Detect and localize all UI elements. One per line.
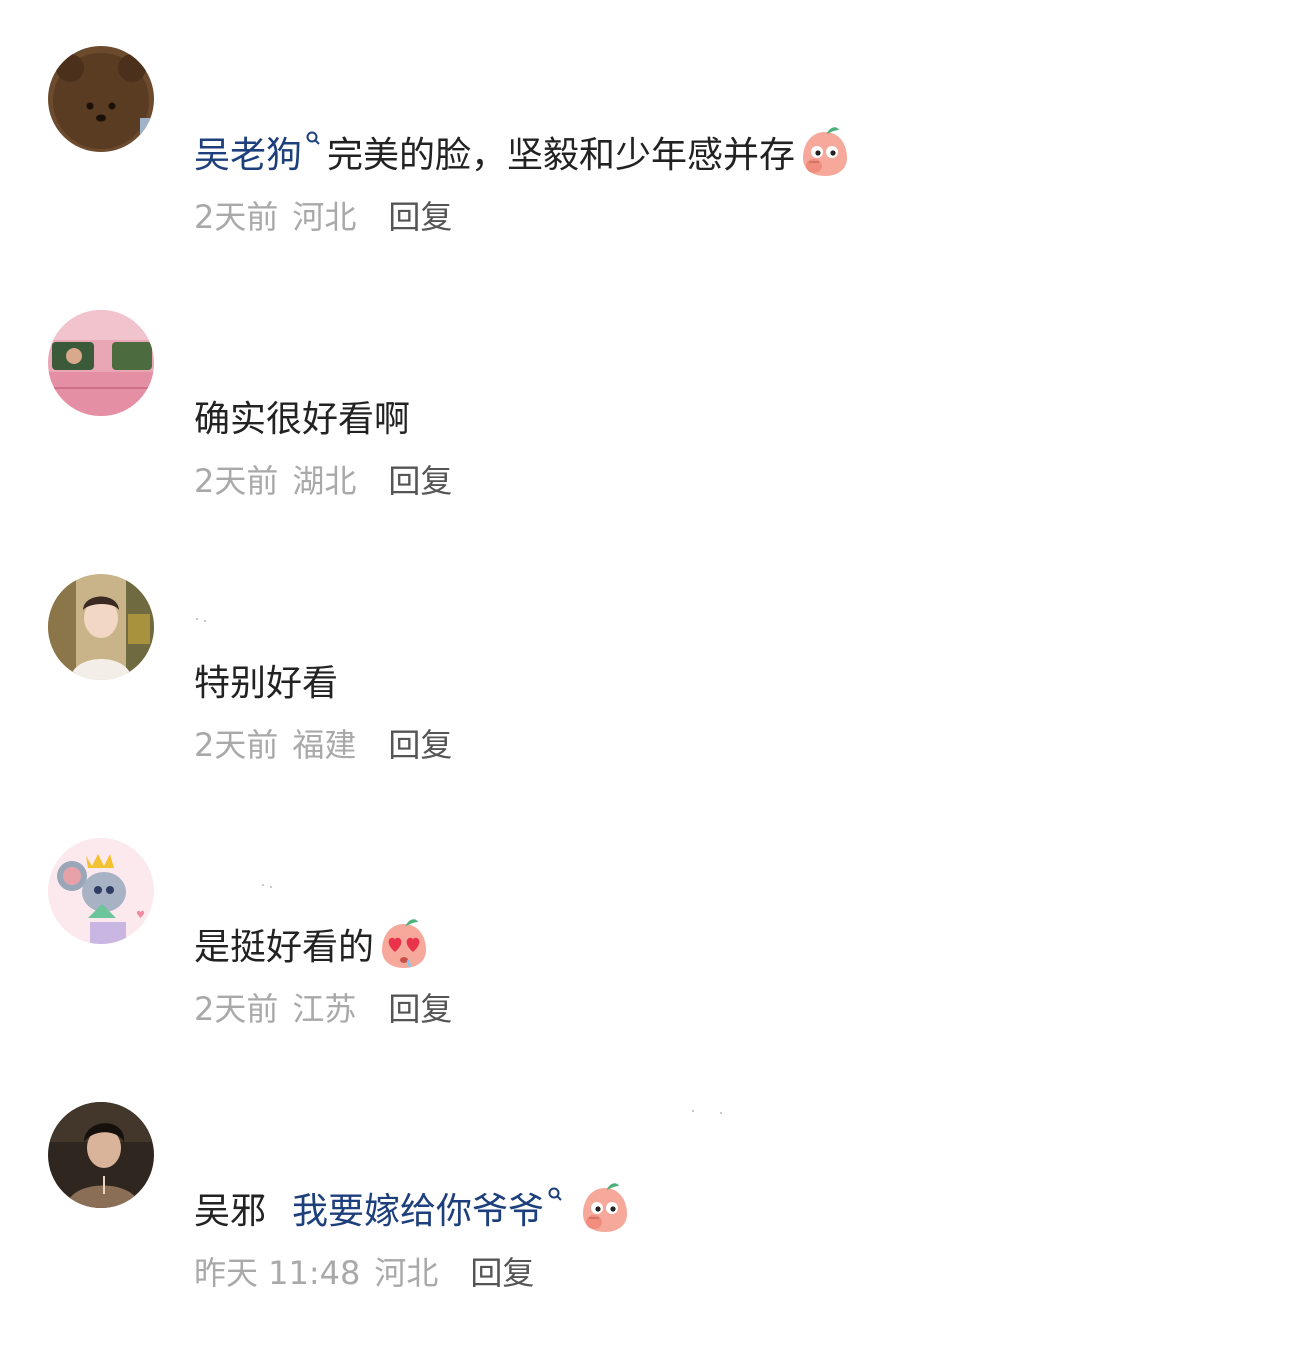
- comment-item: ♥ 是挺好看的 2天前 江苏 回复: [0, 838, 1290, 1102]
- nickname-mark: [196, 618, 198, 620]
- comment-text-line: 是挺好看的: [194, 918, 430, 970]
- reply-button[interactable]: 回复: [388, 720, 452, 766]
- comment-text: 确实很好看啊: [194, 399, 411, 440]
- search-icon[interactable]: [547, 1186, 563, 1202]
- nickname-mark: [720, 1112, 722, 1114]
- comment-text-line: 确实很好看啊: [194, 390, 410, 442]
- comment-time: 2天前: [194, 462, 279, 500]
- dark-haired-man-avatar-icon: [48, 1102, 154, 1208]
- comment-meta: 2天前 福建 回复: [194, 720, 452, 766]
- user-avatar[interactable]: [48, 1102, 154, 1208]
- comment-meta: 2天前 河北 回复: [194, 192, 452, 238]
- comment-text-line: 吴老狗 完美的脸，坚毅和少年感并存: [194, 126, 851, 178]
- comment-item: 确实很好看啊 2天前 湖北 回复: [0, 310, 1290, 574]
- brown-bear-avatar-icon: [48, 46, 154, 152]
- comment-item: 特别好看 2天前 福建 回复: [0, 574, 1290, 838]
- svg-text:♥: ♥: [136, 910, 145, 921]
- comment-time: 2天前: [194, 198, 279, 236]
- user-avatar[interactable]: [48, 46, 154, 152]
- comment-meta: 2天前 湖北 回复: [194, 456, 452, 502]
- comment-item: 吴邪 我要嫁给你爷爷 昨天 11:48 河北 回复: [0, 1102, 1290, 1366]
- comment-region: 江苏: [292, 990, 357, 1028]
- comment-text: 特别好看: [194, 663, 339, 704]
- user-avatar[interactable]: [48, 310, 154, 416]
- pink-car-avatar-icon: [48, 310, 154, 416]
- comment-text: 是挺好看的: [194, 927, 375, 968]
- comment-region: 福建: [292, 726, 357, 764]
- comment-meta: 昨天 11:48 河北 回复: [194, 1248, 534, 1294]
- comment-text-line: 特别好看: [194, 654, 338, 706]
- comment-region: 湖北: [292, 462, 357, 500]
- user-avatar[interactable]: ♥: [48, 838, 154, 944]
- heart-eyes-peach-emoji-icon: [378, 918, 430, 970]
- covering-mouth-peach-emoji-icon: [799, 126, 851, 178]
- reply-button[interactable]: 回复: [388, 456, 452, 502]
- mention-link[interactable]: 吴老狗: [194, 126, 302, 178]
- nickname-mark: [692, 1110, 694, 1112]
- nickname-mark: [262, 884, 264, 886]
- reply-button[interactable]: 回复: [470, 1248, 534, 1294]
- search-icon[interactable]: [305, 130, 321, 146]
- reply-button[interactable]: 回复: [388, 984, 452, 1030]
- comment-time: 2天前: [194, 726, 279, 764]
- comment-time: 昨天 11:48: [194, 1254, 361, 1292]
- comment-region: 河北: [292, 198, 357, 236]
- mention-link[interactable]: 我要嫁给你爷爷: [292, 1182, 544, 1234]
- comment-time: 2天前: [194, 990, 279, 1028]
- user-avatar[interactable]: [48, 574, 154, 680]
- young-man-avatar-icon: [48, 574, 154, 680]
- nickname-mark: [270, 886, 272, 888]
- comment-region: 河北: [374, 1254, 439, 1292]
- comment-text-line: 吴邪 我要嫁给你爷爷: [194, 1182, 631, 1234]
- comment-text: 完美的脸，坚毅和少年感并存: [327, 135, 796, 176]
- covering-mouth-peach-emoji-icon: [579, 1182, 631, 1234]
- comment-meta: 2天前 江苏 回复: [194, 984, 452, 1030]
- reply-button[interactable]: 回复: [388, 192, 452, 238]
- comment-prefix-text: 吴邪: [194, 1191, 267, 1232]
- nickname-mark: [204, 620, 206, 622]
- cartoon-mouse-avatar-icon: ♥: [48, 838, 154, 944]
- comment-item: 吴老狗 完美的脸，坚毅和少年感并存 2天前 河北 回复: [0, 46, 1290, 310]
